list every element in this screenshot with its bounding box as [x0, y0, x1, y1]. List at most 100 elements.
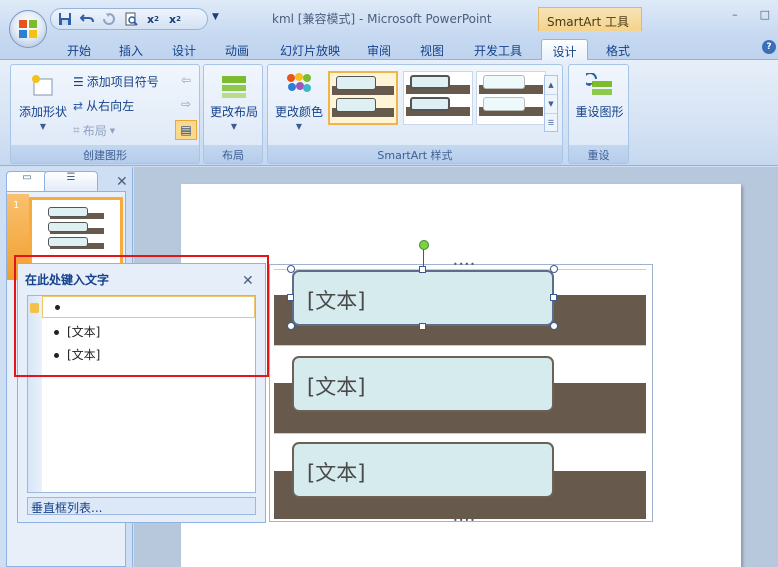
smartart-box-2[interactable]: [文本] — [292, 356, 554, 412]
text-pane-title: 在此处键入文字 — [25, 273, 110, 287]
minimize-button[interactable]: – — [732, 8, 738, 21]
chevron-up-icon[interactable]: ▲ — [545, 76, 557, 95]
change-colors-button[interactable]: 更改颜色 ▼ — [271, 73, 327, 131]
group-label-smartart-styles: SmartArt 样式 — [268, 145, 562, 163]
bullet-icon — [55, 305, 60, 310]
tab-home[interactable]: 开始 — [58, 39, 100, 60]
ribbon-tabs: 开始 插入 设计 动画 幻灯片放映 审阅 视图 开发工具 设计 格式 — [0, 36, 778, 60]
window-buttons: – □ — [732, 8, 770, 21]
tab-animations[interactable]: 动画 — [216, 39, 258, 60]
reset-graphic-label: 重设图形 — [575, 105, 624, 119]
resize-handle[interactable] — [287, 265, 295, 273]
tab-slideshow[interactable]: 幻灯片放映 — [272, 39, 348, 60]
right-to-left-button[interactable]: ⇄ 从右向左 — [73, 97, 134, 114]
slides-tab-icon: ▭ — [22, 172, 32, 183]
rotation-handle[interactable] — [419, 240, 429, 250]
text-pane-list: [文本] [文本] — [27, 295, 256, 493]
tab-review[interactable]: 审阅 — [358, 39, 400, 60]
resize-handle[interactable] — [287, 322, 295, 330]
add-shape-button[interactable]: 添加形状 ▼ — [15, 73, 71, 131]
gallery-expand-icon[interactable]: ☰ — [545, 114, 557, 133]
office-button[interactable] — [9, 10, 47, 48]
arrow-right-icon: ⇨ — [181, 97, 192, 111]
text-pane-item[interactable] — [42, 296, 255, 318]
demote-button[interactable]: ⇨ — [181, 97, 191, 111]
resize-handle[interactable] — [550, 294, 557, 301]
pane-tabs: ▭ ☰ ✕ — [6, 171, 128, 191]
maximize-button[interactable]: □ — [760, 8, 770, 21]
ribbon: 添加形状 ▼ ☰ 添加项目符号 ⇄ 从右向左 ⌗ 布局 ▼ ⇦ ⇨ ▤ 创建图形… — [0, 60, 778, 166]
frame-resize-grip[interactable]: •••• — [453, 516, 476, 525]
text-pane-icon: ▤ — [180, 123, 192, 137]
add-bullet-button[interactable]: ☰ 添加项目符号 — [73, 73, 159, 90]
text-pane-item[interactable]: [文本] — [42, 343, 255, 365]
bullet-list-icon: ☰ — [73, 74, 84, 89]
tab-design[interactable]: 设计 — [163, 39, 205, 60]
outline-tab-icon: ☰ — [66, 172, 76, 183]
org-chart-icon: ⌗ — [73, 123, 80, 137]
customize-qat-icon[interactable]: ▼ — [212, 12, 219, 22]
text-pane-item[interactable]: [文本] — [42, 320, 255, 342]
reset-graphic-button[interactable]: 重设图形 — [572, 73, 627, 120]
tab-smartart-design[interactable]: 设计 — [541, 39, 588, 60]
quick-access-toolbar: x2 x2 — [50, 8, 208, 30]
subscript-icon[interactable]: x2 — [167, 11, 183, 27]
chevron-down-icon: ▼ — [295, 122, 303, 131]
resize-handle[interactable] — [550, 265, 558, 273]
tab-slides[interactable]: ▭ — [6, 171, 48, 191]
context-tab-title: SmartArt 工具 — [538, 7, 642, 31]
close-icon[interactable]: ✕ — [116, 174, 128, 190]
style-gallery-item[interactable] — [328, 71, 398, 125]
office-logo-icon — [19, 20, 37, 38]
tab-developer[interactable]: 开发工具 — [466, 39, 530, 60]
layout-label: 布局 — [82, 124, 107, 138]
layout-name-link[interactable]: 垂直框列表... — [27, 497, 256, 515]
text-pane-toggle-button[interactable]: ▤ — [175, 120, 197, 140]
resize-handle[interactable] — [287, 294, 294, 301]
group-layouts: 更改布局 ▼ 布局 — [203, 64, 263, 164]
resize-handle[interactable] — [550, 322, 558, 330]
promote-button[interactable]: ⇦ — [181, 73, 191, 87]
save-icon[interactable] — [57, 11, 73, 27]
frame-resize-grip[interactable]: •••• — [453, 260, 476, 269]
rotation-line — [423, 249, 424, 267]
smartart-box-1[interactable]: [文本] — [292, 270, 554, 326]
group-label-create-graphic: 创建图形 — [11, 145, 199, 163]
undo-icon[interactable] — [79, 11, 95, 27]
add-shape-icon — [32, 75, 53, 96]
group-label-layouts: 布局 — [204, 145, 262, 163]
resize-handle[interactable] — [419, 266, 426, 273]
smartart-box-3[interactable]: [文本] — [292, 442, 554, 498]
close-icon[interactable]: ✕ — [242, 273, 254, 289]
smartart-frame[interactable]: [文本] [文本] [文本] •••• •••• — [269, 260, 653, 525]
text-pane-item-text: [文本] — [67, 325, 101, 339]
current-item-marker — [30, 303, 39, 313]
bullet-icon — [54, 353, 59, 358]
add-bullet-label: 添加项目符号 — [86, 75, 159, 89]
change-layout-button[interactable]: 更改布局 ▼ — [208, 73, 260, 131]
superscript-icon[interactable]: x2 — [145, 11, 161, 27]
redo-icon[interactable] — [101, 11, 117, 27]
layout-button[interactable]: ⌗ 布局 ▼ — [73, 122, 115, 139]
tab-outline[interactable]: ☰ — [44, 171, 98, 191]
style-gallery-item[interactable] — [403, 71, 473, 125]
change-colors-label: 更改颜色 — [274, 105, 323, 119]
help-icon[interactable]: ? — [762, 40, 776, 54]
smartart-text-pane: 在此处键入文字 ✕ [文本] [文本] 垂直框列表... — [17, 263, 266, 523]
style-gallery-item[interactable] — [476, 71, 546, 125]
print-preview-icon[interactable] — [123, 11, 139, 27]
tab-view[interactable]: 视图 — [411, 39, 453, 60]
chevron-down-icon: ▼ — [230, 122, 238, 131]
chevron-down-icon[interactable]: ▼ — [545, 95, 557, 114]
color-palette-icon — [287, 73, 311, 92]
title-bar: x2 x2 ▼ kml [兼容模式] - Microsoft PowerPoin… — [0, 0, 778, 36]
group-smartart-styles: 更改颜色 ▼ ▲ ▼ ☰ SmartArt 样式 — [267, 64, 563, 164]
change-layout-label: 更改布局 — [209, 105, 258, 119]
style-gallery-scroller[interactable]: ▲ ▼ ☰ — [544, 75, 558, 132]
resize-handle[interactable] — [419, 323, 426, 330]
change-layout-icon — [222, 76, 246, 98]
tab-smartart-format[interactable]: 格式 — [596, 39, 640, 60]
group-create-graphic: 添加形状 ▼ ☰ 添加项目符号 ⇄ 从右向左 ⌗ 布局 ▼ ⇦ ⇨ ▤ 创建图形 — [10, 64, 200, 164]
tab-insert[interactable]: 插入 — [110, 39, 152, 60]
bullet-icon — [54, 330, 59, 335]
